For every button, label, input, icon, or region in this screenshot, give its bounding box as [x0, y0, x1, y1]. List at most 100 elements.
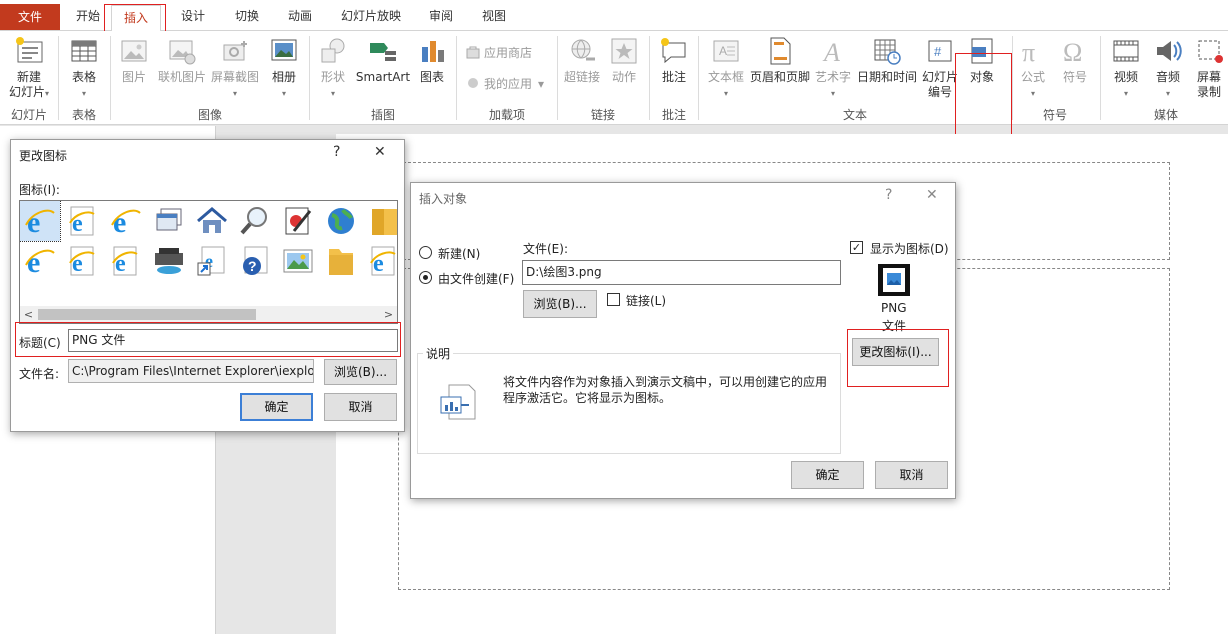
icon-list-label: 图标(I): — [19, 183, 60, 197]
help-button[interactable]: ? — [885, 187, 892, 203]
svg-text:π: π — [1022, 38, 1035, 67]
ribbon-tab-bar: 文件 开始 插入 设计 切换 动画 幻灯片放映 审阅 视图 — [0, 0, 1228, 32]
online-picture-button[interactable]: 联机图片 — [156, 35, 208, 85]
help-icon: ? — [243, 246, 268, 275]
apps-icon — [468, 78, 478, 88]
group-label-illustrations: 插图 — [370, 108, 395, 122]
tab-slideshow[interactable]: 幻灯片放映 — [334, 6, 408, 27]
screen-record-button[interactable]: 屏幕 录制 — [1190, 35, 1228, 100]
browse-button[interactable]: 浏览(B)... — [523, 290, 597, 318]
star-action-icon — [611, 38, 637, 64]
comment-button[interactable]: 批注 — [654, 35, 694, 85]
icon-option[interactable] — [321, 241, 361, 281]
scroll-right-icon[interactable]: > — [380, 306, 397, 323]
tab-animations[interactable]: 动画 — [279, 6, 321, 27]
icon-option[interactable]: e — [63, 241, 103, 281]
link-label: 链接(L) — [626, 294, 667, 308]
icon-option[interactable]: e — [106, 201, 146, 241]
header-footer-button[interactable]: 页眉和页脚 — [748, 35, 812, 85]
icon-option[interactable] — [149, 241, 189, 281]
magnifier-icon — [240, 207, 267, 235]
smartart-button[interactable]: SmartArt — [355, 35, 411, 85]
icon-option[interactable] — [278, 201, 318, 241]
tab-design[interactable]: 设计 — [172, 6, 214, 27]
tab-review[interactable]: 审阅 — [420, 6, 462, 27]
folder-icon — [372, 209, 397, 235]
new-slide-button[interactable]: 新建 幻灯片▾ — [4, 35, 54, 101]
svg-text:Ω: Ω — [1063, 38, 1082, 67]
icon-option[interactable]: e — [192, 241, 232, 281]
cancel-button[interactable]: 取消 — [875, 461, 948, 489]
chevron-down-icon: ▾ — [281, 89, 286, 98]
svg-text:e: e — [27, 246, 40, 279]
my-apps-button[interactable]: 我的应用 ▾ — [465, 75, 544, 92]
close-button[interactable]: ✕ — [926, 187, 938, 203]
icon-option[interactable] — [364, 201, 397, 241]
icon-option[interactable]: ? — [235, 241, 275, 281]
house-icon — [197, 207, 227, 233]
icon-option[interactable]: e — [20, 241, 60, 281]
icon-list[interactable]: e e e e e e e ? e < > — [19, 200, 398, 324]
chart-button[interactable]: 图表 — [413, 35, 451, 85]
browse-button[interactable]: 浏览(B)... — [324, 359, 397, 385]
icon-option[interactable] — [235, 201, 275, 241]
group-label-comments: 批注 — [661, 108, 686, 122]
icon-option[interactable]: e — [63, 201, 103, 241]
datetime-button[interactable]: 日期和时间 — [855, 35, 919, 85]
file-path-input[interactable]: D:\绘图3.png — [522, 260, 841, 285]
ok-button[interactable]: 确定 — [791, 461, 864, 489]
icon-option[interactable]: e — [20, 201, 61, 242]
icon-option[interactable] — [278, 241, 318, 281]
shapes-button[interactable]: 形状 ▾ — [313, 35, 353, 101]
symbol-button[interactable]: Ω 符号 — [1056, 35, 1094, 85]
cancel-button[interactable]: 取消 — [324, 393, 397, 421]
calendar-icon — [874, 39, 901, 65]
textbox-button[interactable]: A 文本框 ▾ — [704, 35, 748, 101]
smartart-icon — [370, 43, 396, 61]
chart-icon — [422, 41, 444, 62]
table-button[interactable]: 表格 ▾ — [62, 35, 106, 101]
tab-transitions[interactable]: 切换 — [226, 6, 268, 27]
link-checkbox[interactable] — [607, 293, 620, 306]
photo-album-icon — [271, 39, 297, 61]
audio-button[interactable]: 音频 ▾ — [1149, 35, 1187, 101]
action-button[interactable]: 动作 — [604, 35, 644, 85]
video-button[interactable]: 视频 ▾ — [1106, 35, 1146, 101]
ie-blue-icon: e — [111, 206, 141, 239]
screenshot-icon — [223, 41, 247, 61]
globe-link-icon — [571, 39, 595, 61]
equation-button[interactable]: π 公式 ▾ — [1014, 35, 1052, 101]
icon-option[interactable]: e — [364, 241, 397, 281]
file-label: 文件(E): — [523, 242, 568, 256]
change-icon-dialog: 更改图标 ? ✕ 图标(I): e e e e e e e ? e < > 标题… — [10, 139, 405, 432]
horizontal-scrollbar[interactable]: < > — [20, 306, 397, 323]
online-picture-icon — [169, 40, 196, 65]
wordart-button[interactable]: A 艺术字 ▾ — [812, 35, 854, 101]
create-new-radio[interactable] — [419, 246, 432, 259]
close-button[interactable]: ✕ — [374, 144, 386, 160]
icon-option[interactable]: e — [106, 241, 146, 281]
chevron-down-icon: ▾ — [538, 77, 545, 91]
scrollbar-thumb[interactable] — [38, 309, 256, 320]
picture-button[interactable]: 图片 — [114, 35, 154, 85]
album-button[interactable]: 相册 ▾ — [264, 35, 304, 101]
chevron-down-icon: ▾ — [830, 89, 835, 98]
tab-home[interactable]: 开始 — [68, 6, 108, 27]
table-icon — [71, 40, 97, 62]
tab-file[interactable]: 文件 — [0, 4, 60, 30]
ok-button[interactable]: 确定 — [240, 393, 313, 421]
hyperlink-button[interactable]: 超链接 — [561, 35, 603, 85]
create-new-label: 新建(N) — [438, 247, 481, 261]
dialog-title: 更改图标 — [19, 149, 68, 163]
tab-view[interactable]: 视图 — [473, 6, 515, 27]
help-button[interactable]: ? — [333, 144, 340, 160]
display-as-icon-checkbox[interactable]: ✓ — [850, 241, 863, 254]
screenshot-button[interactable]: 屏幕截图 ▾ — [208, 35, 262, 101]
store-button[interactable]: 应用商店 — [465, 44, 532, 61]
highlight-insert-tab — [104, 4, 166, 33]
scroll-left-icon[interactable]: < — [20, 306, 37, 323]
icon-option[interactable] — [321, 201, 361, 241]
create-from-file-radio[interactable] — [419, 271, 432, 284]
icon-option[interactable] — [149, 201, 189, 241]
icon-option[interactable] — [192, 201, 232, 241]
